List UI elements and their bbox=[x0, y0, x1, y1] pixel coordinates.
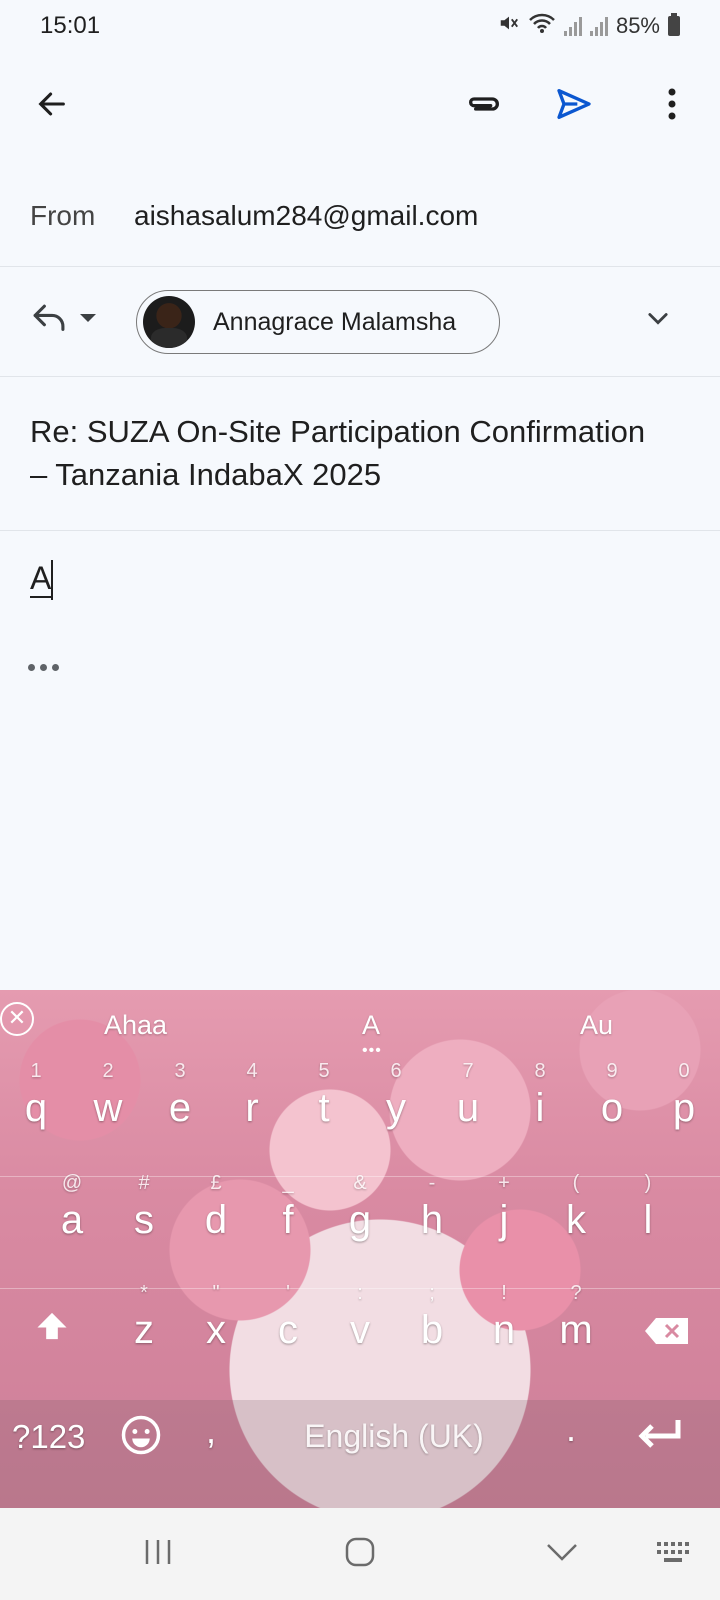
enter-icon bbox=[638, 1420, 684, 1456]
shift-icon bbox=[34, 1312, 70, 1346]
home-button[interactable] bbox=[330, 1530, 390, 1578]
comma-key[interactable]: , bbox=[206, 1410, 216, 1452]
key-w[interactable]: 2w bbox=[72, 1060, 144, 1170]
key-d[interactable]: £ d bbox=[180, 1172, 252, 1282]
key-h[interactable]: -h bbox=[396, 1172, 468, 1282]
key-i[interactable]: 8i bbox=[504, 1060, 576, 1170]
more-options-button[interactable] bbox=[644, 78, 700, 134]
body-input[interactable]: A bbox=[30, 560, 52, 598]
key-f[interactable]: _ f bbox=[252, 1172, 324, 1282]
chevron-down-icon bbox=[644, 313, 672, 336]
keyboard-icon bbox=[656, 1540, 692, 1569]
keyboard-switch-button[interactable] bbox=[644, 1530, 704, 1578]
key-o[interactable]: 9o bbox=[576, 1060, 648, 1170]
signal-icon bbox=[589, 16, 608, 36]
battery-icon bbox=[668, 13, 680, 36]
key-p[interactable]: 0p bbox=[648, 1060, 720, 1170]
key-v[interactable]: :v bbox=[324, 1282, 396, 1392]
status-time: 15:01 bbox=[40, 12, 101, 39]
expand-recipients-button[interactable] bbox=[644, 304, 672, 337]
reply-icon bbox=[30, 300, 68, 339]
period-key[interactable]: . bbox=[566, 1408, 576, 1450]
key-j[interactable]: + j bbox=[468, 1172, 540, 1282]
key-n[interactable]: ! n bbox=[468, 1282, 540, 1392]
keyboard: ✕ Ahaa A ••• Au 1q 2w 3e 4r 5t 6y 7u 8i … bbox=[0, 990, 720, 1508]
recent-apps-button[interactable] bbox=[128, 1530, 188, 1578]
avatar bbox=[143, 296, 195, 348]
recipient-row: Annagrace Malamsha bbox=[0, 266, 720, 377]
battery-percent: 85% bbox=[615, 13, 660, 38]
close-suggestions-icon[interactable]: ✕ bbox=[0, 1002, 34, 1036]
key-e[interactable]: 3e bbox=[144, 1060, 216, 1170]
from-label: From bbox=[30, 200, 96, 231]
backspace-key[interactable] bbox=[644, 1316, 690, 1351]
signal-icon bbox=[563, 16, 582, 36]
key-s[interactable]: # s bbox=[108, 1172, 180, 1282]
divider bbox=[0, 530, 720, 531]
shift-key[interactable] bbox=[34, 1310, 74, 1350]
key-z[interactable]: * z bbox=[108, 1282, 180, 1392]
key-m[interactable]: ? m bbox=[540, 1282, 612, 1392]
status-bar: 15:01 85% bbox=[0, 0, 720, 54]
from-address[interactable]: aishasalum284@gmail.com bbox=[134, 200, 478, 232]
key-t[interactable]: 5t bbox=[288, 1060, 360, 1170]
from-row[interactable]: From aishasalum284@gmail.com bbox=[0, 170, 720, 267]
wifi-icon bbox=[528, 12, 556, 40]
arrow-left-icon bbox=[35, 87, 69, 126]
reply-type-selector[interactable] bbox=[30, 300, 98, 339]
key-y[interactable]: 6y bbox=[360, 1060, 432, 1170]
key-k[interactable]: (k bbox=[540, 1172, 612, 1282]
space-language-label: English (UK) bbox=[304, 1418, 484, 1454]
suggestion-1[interactable]: Ahaa bbox=[104, 1010, 167, 1041]
attach-button[interactable] bbox=[456, 78, 512, 134]
symbols-key[interactable]: ?123 bbox=[12, 1418, 85, 1456]
more-suggestions-icon[interactable]: ••• bbox=[362, 1042, 382, 1060]
key-a[interactable]: @ a bbox=[36, 1172, 108, 1282]
compose-toolbar bbox=[0, 60, 720, 150]
suggestion-3[interactable]: Au bbox=[580, 1010, 613, 1041]
key-c[interactable]: ' c bbox=[252, 1282, 324, 1392]
paperclip-icon bbox=[464, 84, 504, 129]
text-cursor bbox=[51, 560, 53, 600]
hide-keyboard-button[interactable] bbox=[532, 1530, 592, 1578]
send-button[interactable] bbox=[546, 78, 602, 134]
dropdown-arrow-icon bbox=[78, 311, 98, 329]
key-g[interactable]: & g bbox=[324, 1172, 396, 1282]
home-icon bbox=[344, 1536, 376, 1573]
key-b[interactable]: ; b bbox=[396, 1282, 468, 1392]
status-icons: 85% bbox=[498, 12, 680, 40]
key-u[interactable]: 7u bbox=[432, 1060, 504, 1170]
emoji-icon bbox=[120, 1415, 162, 1460]
show-quoted-text-button[interactable] bbox=[28, 664, 59, 671]
mute-icon bbox=[498, 12, 520, 40]
chevron-down-icon bbox=[545, 1541, 579, 1568]
key-r[interactable]: 4r bbox=[216, 1060, 288, 1170]
key-q[interactable]: 1q bbox=[0, 1060, 72, 1170]
enter-key[interactable] bbox=[638, 1418, 684, 1457]
navigation-bar bbox=[0, 1508, 720, 1600]
subject-field[interactable]: Re: SUZA On-Site Participation Confirmat… bbox=[30, 410, 670, 496]
recents-icon bbox=[143, 1538, 173, 1571]
space-key[interactable]: English (UK) bbox=[254, 1400, 534, 1490]
key-l[interactable]: ) l bbox=[612, 1172, 684, 1282]
back-button[interactable] bbox=[24, 78, 80, 134]
recipient-chip[interactable]: Annagrace Malamsha bbox=[136, 290, 500, 354]
suggestion-2[interactable]: A bbox=[362, 1010, 380, 1041]
send-icon bbox=[554, 84, 594, 129]
recipient-name: Annagrace Malamsha bbox=[213, 308, 457, 336]
key-x[interactable]: " x bbox=[180, 1282, 252, 1392]
more-vert-icon bbox=[666, 86, 678, 127]
emoji-key[interactable] bbox=[120, 1414, 162, 1461]
backspace-icon bbox=[644, 1318, 690, 1350]
